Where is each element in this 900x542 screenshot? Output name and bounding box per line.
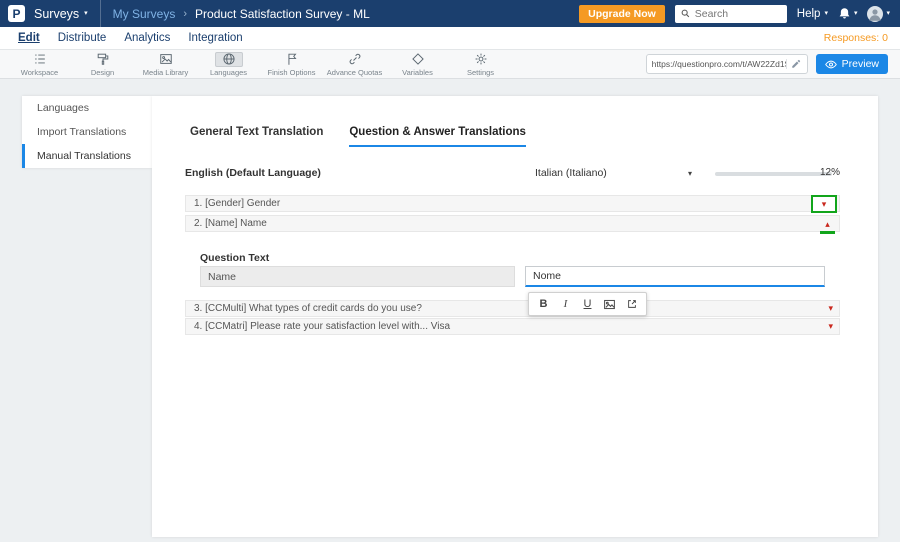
language-selection-row: English (Default Language) Italian (Ital… <box>185 166 840 182</box>
chevron-down-icon: ▾ <box>853 10 858 17</box>
underline-button[interactable]: U <box>578 295 597 314</box>
manual-translations-panel: General Text Translation Question & Answ… <box>152 96 878 537</box>
advance-quotas-icon <box>341 52 369 67</box>
tab-question-answer-translations[interactable]: Question & Answer Translations <box>349 126 526 147</box>
survey-url-input[interactable] <box>651 59 786 69</box>
account-menu[interactable]: ▾ <box>867 5 890 22</box>
chevron-up-icon: ▴ <box>825 219 830 229</box>
toolbar-item-media-library[interactable]: Media Library <box>134 52 197 77</box>
insert-image-button[interactable] <box>600 295 619 314</box>
toolbar-item-languages[interactable]: Languages <box>197 51 260 77</box>
toolbar-item-finish-options[interactable]: Finish Options <box>260 52 323 77</box>
questionpro-logo[interactable]: P <box>8 5 25 22</box>
sidebar-item-manual-translations[interactable]: Manual Translations <box>22 144 152 168</box>
preview-button[interactable]: Preview <box>815 54 888 74</box>
target-language-select[interactable]: Italian (Italiano) <box>535 167 607 179</box>
finish-options-icon <box>278 52 306 67</box>
chevron-down-icon: ▾ <box>824 10 828 17</box>
toolbar-item-variables[interactable]: Variables <box>386 52 449 77</box>
translations-sidebar: Languages Import Translations Manual Tra… <box>22 96 152 168</box>
collapse-highlight-bar <box>820 231 835 234</box>
chevron-down-icon[interactable]: ▾ <box>688 169 692 178</box>
toolbar-item-settings[interactable]: Settings <box>449 52 512 77</box>
search-icon <box>681 9 690 18</box>
eye-icon <box>824 60 837 69</box>
variables-icon <box>404 52 432 67</box>
toolbar-item-design[interactable]: Design <box>71 52 134 77</box>
edit-url-pencil-icon[interactable] <box>785 59 801 69</box>
question-text-label: Question Text <box>200 252 270 264</box>
help-label: Help <box>796 7 821 20</box>
questionpro-app: P Surveys ▾ My Surveys › Product Satisfa… <box>0 0 900 542</box>
expand-caret-highlight[interactable]: ▾ <box>811 195 837 213</box>
breadcrumb-my-surveys[interactable]: My Surveys <box>113 7 176 21</box>
survey-url-box <box>645 54 808 74</box>
top-bar: P Surveys ▾ My Surveys › Product Satisfa… <box>0 0 900 27</box>
media-library-icon <box>152 52 180 67</box>
question-row-name[interactable]: 2. [Name] Name ▴ <box>185 215 840 234</box>
breadcrumb-current-survey: Product Satisfaction Survey - ML <box>195 6 370 21</box>
help-menu[interactable]: Help ▾ <box>797 8 828 20</box>
translation-text-input[interactable] <box>525 266 825 287</box>
tab-edit[interactable]: Edit <box>18 32 40 44</box>
tab-integration[interactable]: Integration <box>188 32 242 44</box>
open-external-button[interactable] <box>622 295 641 314</box>
collapse-button[interactable]: ▴ <box>820 220 835 234</box>
top-bar-right: Upgrade Now Help ▾ ▾ ▾ <box>579 4 900 23</box>
search-input[interactable] <box>694 7 781 20</box>
tab-distribute[interactable]: Distribute <box>58 32 107 44</box>
upgrade-now-button[interactable]: Upgrade Now <box>579 4 665 23</box>
translation-progress-bar <box>715 172 832 176</box>
sidebar-item-languages[interactable]: Languages <box>22 96 152 120</box>
chevron-down-icon[interactable]: ▾ <box>828 322 833 331</box>
responses-count[interactable]: Responses: 0 <box>824 32 888 44</box>
chevron-down-icon: ▾ <box>84 10 88 17</box>
languages-icon <box>214 51 243 67</box>
tab-general-text-translation[interactable]: General Text Translation <box>190 126 323 147</box>
design-icon <box>89 52 117 67</box>
surveys-menu[interactable]: Surveys ▾ <box>25 0 101 27</box>
format-toolbar: B I U <box>528 292 647 316</box>
toolbar-item-advance-quotas[interactable]: Advance Quotas <box>323 52 386 77</box>
source-text-input <box>200 266 515 287</box>
chevron-down-icon[interactable]: ▾ <box>822 199 827 209</box>
global-search[interactable] <box>674 4 787 23</box>
survey-url-area: Preview <box>645 54 900 74</box>
workspace-icon <box>26 52 54 67</box>
question-row-gender[interactable]: 1. [Gender] Gender ▾ <box>185 195 840 213</box>
sidebar-item-import-translations[interactable]: Import Translations <box>22 120 152 144</box>
italic-button[interactable]: I <box>556 295 575 314</box>
toolbar-item-workspace[interactable]: Workspace <box>8 52 71 77</box>
tab-analytics[interactable]: Analytics <box>124 32 170 44</box>
bell-icon <box>838 7 851 20</box>
breadcrumb-separator: › <box>183 7 188 20</box>
settings-icon <box>467 52 495 67</box>
question-row-ccmatri[interactable]: 4. [CCMatri] Please rate your satisfacti… <box>185 318 840 335</box>
notifications-menu[interactable]: ▾ <box>838 7 858 20</box>
chevron-down-icon: ▾ <box>886 10 890 17</box>
edit-toolbar: Workspace Design Media Library Languages… <box>0 50 900 79</box>
chevron-down-icon[interactable]: ▾ <box>828 304 833 313</box>
source-language-label: English (Default Language) <box>185 167 321 179</box>
breadcrumb: My Surveys › Product Satisfaction Survey… <box>113 7 370 21</box>
avatar <box>867 5 884 22</box>
bold-button[interactable]: B <box>534 295 553 314</box>
translation-progress-percent: 12% <box>819 167 840 178</box>
surveys-menu-label: Surveys <box>34 6 80 21</box>
translation-tabs: General Text Translation Question & Answ… <box>190 126 526 147</box>
question-row-ccmulti[interactable]: 3. [CCMulti] What types of credit cards … <box>185 300 840 317</box>
primary-nav: Edit Distribute Analytics Integration Re… <box>0 27 900 50</box>
